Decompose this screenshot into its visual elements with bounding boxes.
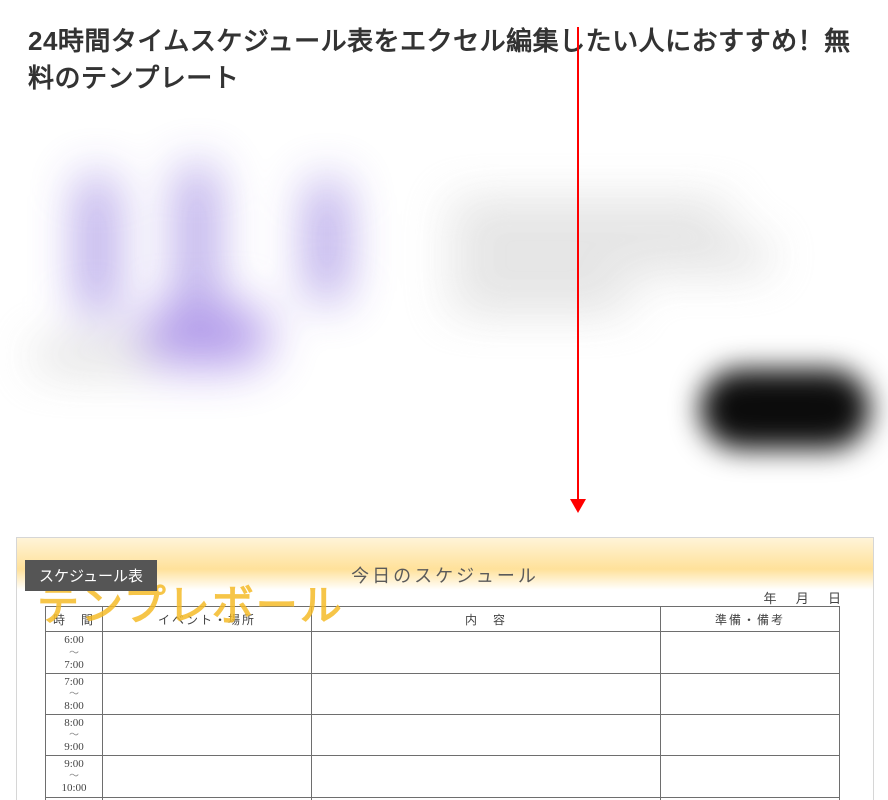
tilde-icon: 〜 <box>69 730 79 741</box>
annotation-arrow-head-icon <box>570 499 586 513</box>
blurred-pill-shape <box>700 369 870 449</box>
category-tag: スケジュール表 <box>25 560 157 591</box>
tilde-icon: 〜 <box>69 648 79 659</box>
table-row: 6:00 〜 7:00 <box>46 632 840 673</box>
page-title: 24時間タイムスケジュール表をエクセル編集したい人におすすめ！無料のテンプレート <box>0 17 888 96</box>
time-to: 8:00 <box>64 700 84 712</box>
cell-note <box>661 714 840 755</box>
time-from: 6:00 <box>64 634 84 646</box>
cell-content <box>312 714 661 755</box>
cell-time: 6:00 〜 7:00 <box>46 632 103 673</box>
tilde-icon: 〜 <box>69 689 79 700</box>
cell-time: 7:00 〜 8:00 <box>46 673 103 714</box>
cell-content <box>312 673 661 714</box>
cell-event <box>103 714 312 755</box>
cell-note <box>661 673 840 714</box>
time-to: 7:00 <box>64 659 84 671</box>
table-row: 9:00 〜 10:00 <box>46 756 840 797</box>
cell-event <box>103 673 312 714</box>
cell-content <box>312 756 661 797</box>
table-row: 7:00 〜 8:00 <box>46 673 840 714</box>
date-day-label: 日 <box>828 591 849 606</box>
blurred-ad-region <box>0 136 888 476</box>
template-preview: スケジュール表 テンプレボール 今日のスケジュール 年 月 日 時 間 イベント… <box>16 537 874 800</box>
time-from: 7:00 <box>64 676 84 688</box>
cell-note <box>661 632 840 673</box>
date-label-row: 年 月 日 <box>763 588 849 607</box>
date-month-label: 月 <box>796 591 817 606</box>
cell-event <box>103 632 312 673</box>
col-content: 内 容 <box>312 607 661 632</box>
time-to: 10:00 <box>61 782 86 794</box>
time-from: 8:00 <box>64 717 84 729</box>
date-year-label: 年 <box>763 591 784 606</box>
cell-content <box>312 632 661 673</box>
time-to: 9:00 <box>64 741 84 753</box>
table-row: 8:00 〜 9:00 <box>46 714 840 755</box>
schedule-table: 時 間 イベント・場所 内 容 準備・備考 6:00 〜 7:00 7:00 <box>45 606 840 800</box>
tilde-icon: 〜 <box>69 771 79 782</box>
cell-time: 8:00 〜 9:00 <box>46 714 103 755</box>
cell-event <box>103 756 312 797</box>
time-from: 9:00 <box>64 758 84 770</box>
cell-note <box>661 756 840 797</box>
col-note: 準備・備考 <box>661 607 840 632</box>
annotation-arrow-line <box>577 27 579 503</box>
cell-time: 9:00 〜 10:00 <box>46 756 103 797</box>
